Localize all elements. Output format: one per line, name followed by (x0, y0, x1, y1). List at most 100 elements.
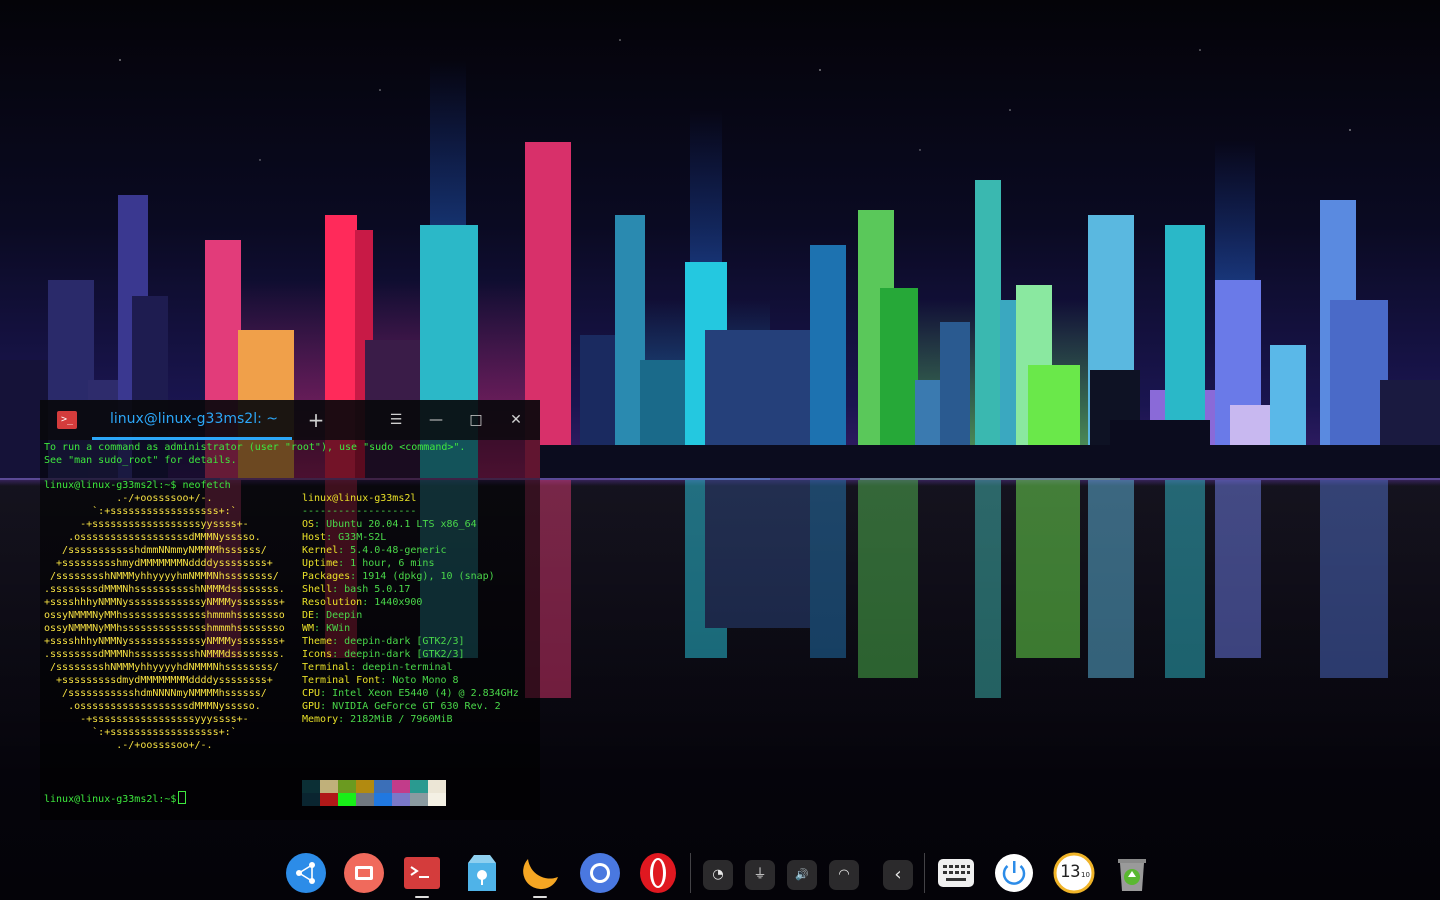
palette-swatch (302, 793, 320, 806)
info-key: GPU (302, 701, 321, 712)
info-key: Terminal (302, 662, 351, 673)
usb-button[interactable]: ⏚ (745, 860, 775, 890)
info-value: NVIDIA GeForce GT 630 Rev. 2 (332, 701, 501, 712)
logo-line: .ssssssssdMMMNhsssssssssshNMMMdssssssss. (44, 584, 285, 595)
logo-line: /ssssssssssshdmNNNNmyNMMMMhssssss/ (44, 688, 267, 699)
app-store-button[interactable] (460, 851, 504, 895)
palette-swatch (356, 793, 374, 806)
collapse-tray-button[interactable]: ‹ (883, 860, 913, 890)
info-row: Memory: 2182MiB / 7960MiB (302, 714, 453, 725)
prompt: linux@linux-g33ms2l:~$ (44, 794, 177, 805)
info-row: Icons: deepin-dark [GTK2/3] (302, 649, 465, 660)
info-key: Memory (302, 714, 339, 725)
power-icon (995, 854, 1033, 892)
info-value: bash 5.0.17 (344, 584, 411, 595)
info-value: Intel Xeon E5440 (4) @ 2.834GHz (332, 688, 519, 699)
terminal-titlebar[interactable]: >_ linux@linux-g33ms2l: ~ + ☰ — □ ✕ (40, 400, 540, 440)
music-player-button[interactable] (518, 851, 562, 895)
dock-separator (690, 853, 691, 893)
terminal-window[interactable]: >_ linux@linux-g33ms2l: ~ + ☰ — □ ✕ To r… (40, 400, 540, 820)
tab-label: linux@linux-g33ms2l: ~ (110, 411, 278, 427)
logo-line: +sssshhhyNMMNyssssssssssssyNMMMysssssss+ (44, 597, 285, 608)
screen-recorder-icon (344, 853, 384, 893)
volume-button[interactable]: 🔊 (787, 860, 817, 890)
palette-swatch (428, 780, 446, 793)
motd-line: See "man sudo_root" for details. (44, 455, 237, 466)
info-row: GPU: NVIDIA GeForce GT 630 Rev. 2 (302, 701, 501, 712)
running-indicator (415, 896, 429, 898)
info-row: CPU: Intel Xeon E5440 (4) @ 2.834GHz (302, 688, 519, 699)
info-key: Shell (302, 584, 333, 595)
new-tab-button[interactable]: + (304, 408, 328, 432)
launcher-button[interactable] (284, 851, 328, 895)
palette-swatch (356, 780, 374, 793)
info-key: Packages (302, 571, 351, 582)
tab-terminal-session[interactable]: linux@linux-g33ms2l: ~ (92, 400, 292, 440)
info-key: OS (302, 519, 315, 530)
wifi-button[interactable]: ◠ (829, 860, 859, 890)
maximize-button[interactable]: □ (464, 408, 488, 432)
logo-line: +ssssssssshmydMMMMMMMNddddyssssssss+ (44, 558, 273, 569)
info-value: 1914 (dpkg), 10 (snap) (362, 571, 495, 582)
info-key: WM (302, 623, 315, 634)
info-value: deepin-terminal (362, 662, 453, 673)
launcher-icon (286, 853, 326, 893)
logo-line: +sssshhhyNMMNyssssssssssssyNMMMysssssss+ (44, 636, 285, 647)
trash-button[interactable] (1110, 851, 1154, 895)
logo-line: .ssssssssdMMMNhsssssssssshNMMMdssssssss. (44, 649, 285, 660)
trash-icon (1118, 859, 1146, 891)
palette-swatch (392, 793, 410, 806)
info-row: Uptime: 1 hour, 6 mins (302, 558, 435, 569)
music-player-icon (523, 859, 558, 890)
info-row: Packages: 1914 (dpkg), 10 (snap) (302, 571, 495, 582)
palette-swatch (338, 793, 356, 806)
info-value: 5.4.0-48-generic (350, 545, 447, 556)
chromium-button[interactable] (578, 851, 622, 895)
info-row: Resolution: 1440x900 (302, 597, 423, 608)
menu-button[interactable]: ☰ (384, 408, 408, 432)
wifi-icon: ◠ (838, 867, 850, 882)
info-key: DE (302, 610, 315, 621)
datetime-button[interactable]: 13 10 (1052, 851, 1096, 895)
palette-swatch (374, 793, 392, 806)
logo-line: ossyNMMMNyMMhsssssssssssssshmmmhssssssso (44, 623, 285, 634)
minimize-button[interactable]: — (424, 408, 448, 432)
palette-swatch (410, 780, 428, 793)
info-key: Host (302, 532, 327, 543)
info-value: Noto Mono 8 (392, 675, 459, 686)
screen-recorder-button[interactable] (342, 851, 386, 895)
terminal-dock-button[interactable] (400, 851, 444, 895)
terminal-icon (404, 857, 440, 889)
user-host: linux@linux-g33ms2l (302, 493, 417, 504)
motd-line: To run a command as administrator (user … (44, 442, 466, 453)
clock-hours: 13 (1060, 862, 1081, 882)
usb-icon: ⏚ (753, 867, 767, 882)
info-key: Icons (302, 649, 333, 660)
logo-line: -+sssssssssssssssssyyyssss+- (44, 714, 249, 725)
onscreen-keyboard-button[interactable] (934, 851, 978, 895)
info-value: 1440x900 (374, 597, 423, 608)
info-row: OS: Ubuntu 20.04.1 LTS x86_64 (302, 519, 477, 530)
opera-button[interactable] (636, 851, 680, 895)
close-button[interactable]: ✕ (504, 408, 528, 432)
terminal-output[interactable]: To run a command as administrator (user … (44, 440, 540, 820)
info-value: KWin (326, 623, 351, 634)
separator-line: ------------------- (302, 506, 417, 517)
command-text: neofetch (176, 480, 231, 491)
final-prompt-line[interactable]: linux@linux-g33ms2l:~$ (44, 791, 187, 806)
logo-line: .-/+oossssoo+/-. (44, 740, 213, 751)
logo-line: .ossssssssssssssssssdMMMNysssso. (44, 701, 261, 712)
info-key: Uptime (302, 558, 339, 569)
palette-swatch (428, 793, 446, 806)
logo-line: -+ssssssssssssssssssyyssss+- (44, 519, 249, 530)
clock-widget-button[interactable]: ◔ (703, 860, 733, 890)
prompt: linux@linux-g33ms2l:~$ (44, 480, 177, 491)
clock-minutes: 10 (1081, 871, 1090, 879)
volume-icon: 🔊 (795, 868, 809, 881)
text-cursor (178, 791, 187, 804)
info-row: Host: G33M-S2L (302, 532, 387, 543)
terminal-app-icon: >_ (57, 411, 77, 429)
logo-line: .ossssssssssssssssssdMMMNysssso. (44, 532, 261, 543)
shutdown-button[interactable] (992, 851, 1036, 895)
palette-swatch (302, 780, 320, 793)
